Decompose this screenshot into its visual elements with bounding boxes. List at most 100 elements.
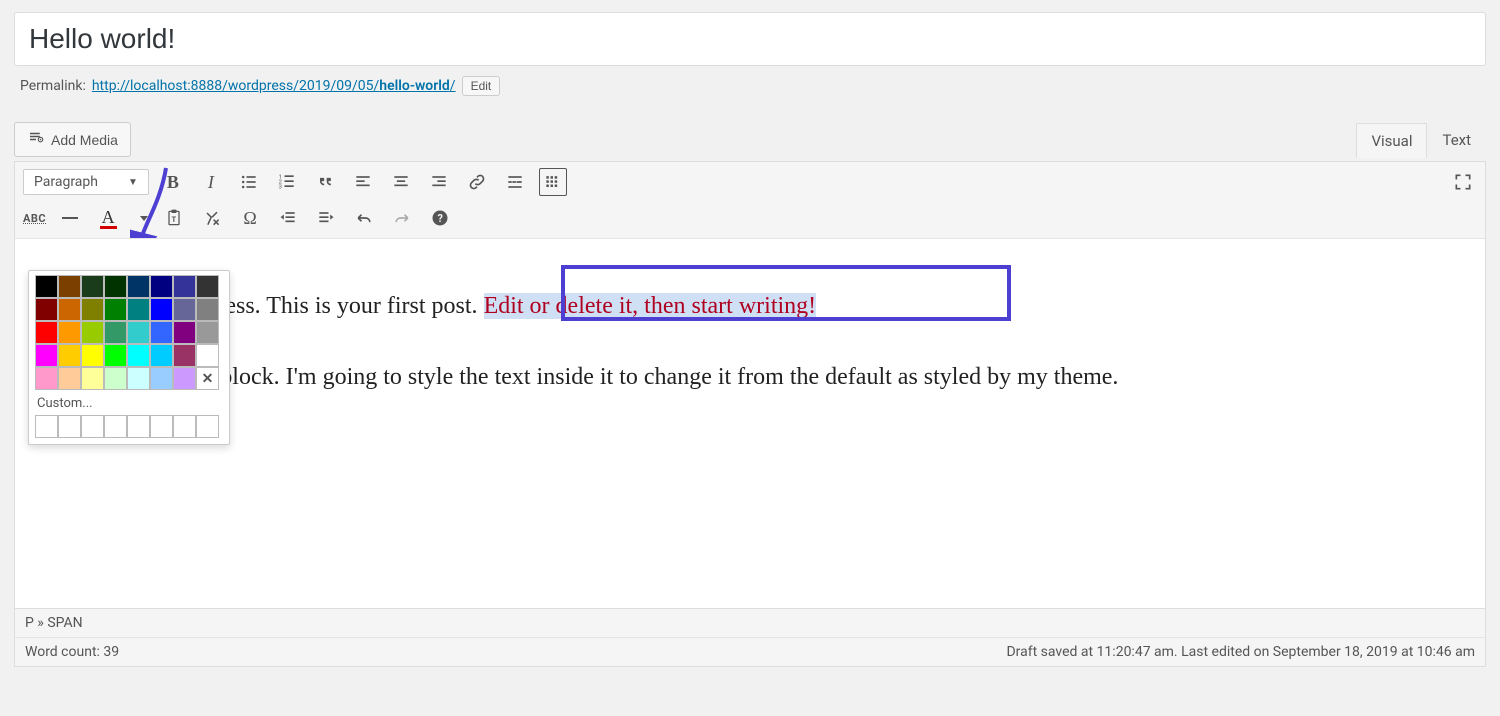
element-path: P » SPAN — [15, 609, 1485, 638]
toolbar-row-1: Paragraph ▼ B I 123 — [15, 162, 1485, 202]
text-color-icon: A — [100, 208, 117, 229]
no-color-swatch[interactable]: ✕ — [196, 367, 219, 390]
save-status: Draft saved at 11:20:47 am. Last edited … — [1006, 644, 1475, 660]
custom-color-slot[interactable] — [173, 415, 196, 438]
color-swatch[interactable] — [196, 344, 219, 367]
format-select[interactable]: Paragraph ▼ — [23, 169, 149, 195]
post-title-input[interactable] — [14, 12, 1486, 66]
color-swatch[interactable] — [81, 344, 104, 367]
align-center-button[interactable] — [387, 168, 415, 196]
color-swatch[interactable] — [196, 275, 219, 298]
fullscreen-button[interactable] — [1449, 168, 1477, 196]
color-swatch[interactable] — [35, 275, 58, 298]
blockquote-button[interactable] — [311, 168, 339, 196]
tab-visual[interactable]: Visual — [1356, 123, 1427, 158]
color-swatch[interactable] — [104, 275, 127, 298]
horizontal-line-button[interactable] — [56, 204, 84, 232]
italic-button[interactable]: I — [197, 168, 225, 196]
chevron-down-icon: ▼ — [128, 177, 138, 188]
bold-button[interactable]: B — [159, 168, 187, 196]
color-swatch[interactable] — [150, 367, 173, 390]
color-swatch[interactable] — [35, 321, 58, 344]
custom-color-slot[interactable] — [150, 415, 173, 438]
color-swatch[interactable] — [150, 298, 173, 321]
align-right-button[interactable] — [425, 168, 453, 196]
permalink-url[interactable]: http://localhost:8888/wordpress/2019/09/… — [92, 78, 456, 94]
custom-color-slot[interactable] — [196, 415, 219, 438]
color-swatch[interactable] — [127, 367, 150, 390]
color-swatch[interactable] — [173, 298, 196, 321]
read-more-button[interactable] — [501, 168, 529, 196]
custom-color-label[interactable]: Custom... — [35, 390, 223, 415]
color-swatch[interactable] — [81, 298, 104, 321]
custom-color-slot[interactable] — [104, 415, 127, 438]
editor-container: Paragraph ▼ B I 123 ABC A — [14, 161, 1486, 667]
outdent-button[interactable] — [274, 204, 302, 232]
color-grid-custom — [35, 415, 223, 438]
color-swatch[interactable] — [104, 321, 127, 344]
color-swatch[interactable] — [58, 344, 81, 367]
chevron-down-icon — [140, 216, 148, 221]
media-icon — [27, 129, 45, 150]
custom-color-slot[interactable] — [58, 415, 81, 438]
toolbar-row-2: ABC A T Ω ? — [15, 202, 1485, 238]
color-swatch[interactable] — [150, 321, 173, 344]
content-paragraph-1[interactable]: Welcome to WordPress. This is your first… — [31, 289, 1469, 324]
custom-color-slot[interactable] — [35, 415, 58, 438]
text-color-dropdown[interactable] — [132, 204, 150, 232]
color-swatch[interactable] — [127, 275, 150, 298]
color-swatch[interactable] — [104, 298, 127, 321]
color-swatch[interactable] — [173, 344, 196, 367]
clear-formatting-button[interactable] — [198, 204, 226, 232]
align-left-button[interactable] — [349, 168, 377, 196]
color-swatch[interactable] — [58, 298, 81, 321]
redo-button[interactable] — [388, 204, 416, 232]
custom-color-slot[interactable] — [127, 415, 150, 438]
color-swatch[interactable] — [196, 298, 219, 321]
special-character-button[interactable]: Ω — [236, 204, 264, 232]
color-swatch[interactable] — [173, 275, 196, 298]
undo-button[interactable] — [350, 204, 378, 232]
color-swatch[interactable] — [173, 367, 196, 390]
selected-text: Edit or delete it, then start writing! — [484, 293, 817, 319]
color-swatch[interactable] — [81, 321, 104, 344]
color-swatch[interactable] — [127, 344, 150, 367]
color-swatch[interactable] — [35, 298, 58, 321]
add-media-button[interactable]: Add Media — [14, 122, 131, 157]
color-swatch[interactable] — [58, 275, 81, 298]
text-color-button[interactable]: A — [94, 204, 122, 232]
color-swatch[interactable] — [81, 367, 104, 390]
color-swatch[interactable] — [35, 344, 58, 367]
color-swatch[interactable] — [173, 321, 196, 344]
custom-color-slot[interactable] — [81, 415, 104, 438]
color-swatch[interactable] — [196, 321, 219, 344]
toolbar-toggle-button[interactable] — [539, 168, 567, 196]
color-swatch[interactable] — [104, 367, 127, 390]
strikethrough-button[interactable]: ABC — [23, 204, 46, 232]
add-media-label: Add Media — [51, 132, 118, 148]
help-button[interactable]: ? — [426, 204, 454, 232]
content-paragraph-2[interactable]: This is a paragraph block. I'm going to … — [31, 360, 1469, 395]
color-swatch[interactable] — [104, 344, 127, 367]
permalink-label: Permalink: — [20, 78, 86, 94]
color-swatch[interactable] — [127, 298, 150, 321]
link-button[interactable] — [463, 168, 491, 196]
color-swatch[interactable] — [127, 321, 150, 344]
content-text: block. I'm going to style the text insid… — [214, 364, 1118, 390]
color-swatch[interactable] — [150, 275, 173, 298]
color-swatch[interactable] — [58, 321, 81, 344]
permalink-edit-button[interactable]: Edit — [462, 76, 501, 96]
tab-text[interactable]: Text — [1427, 122, 1486, 157]
paste-text-button[interactable]: T — [160, 204, 188, 232]
bullet-list-button[interactable] — [235, 168, 263, 196]
svg-text:T: T — [172, 215, 177, 224]
svg-text:?: ? — [438, 212, 443, 225]
editor-content[interactable]: Welcome to WordPress. This is your first… — [15, 238, 1485, 608]
color-swatch[interactable] — [81, 275, 104, 298]
color-swatch[interactable] — [150, 344, 173, 367]
numbered-list-button[interactable]: 123 — [273, 168, 301, 196]
editor-status-bar: P » SPAN Word count: 39 Draft saved at 1… — [15, 608, 1485, 666]
color-swatch[interactable] — [58, 367, 81, 390]
indent-button[interactable] — [312, 204, 340, 232]
color-swatch[interactable] — [35, 367, 58, 390]
